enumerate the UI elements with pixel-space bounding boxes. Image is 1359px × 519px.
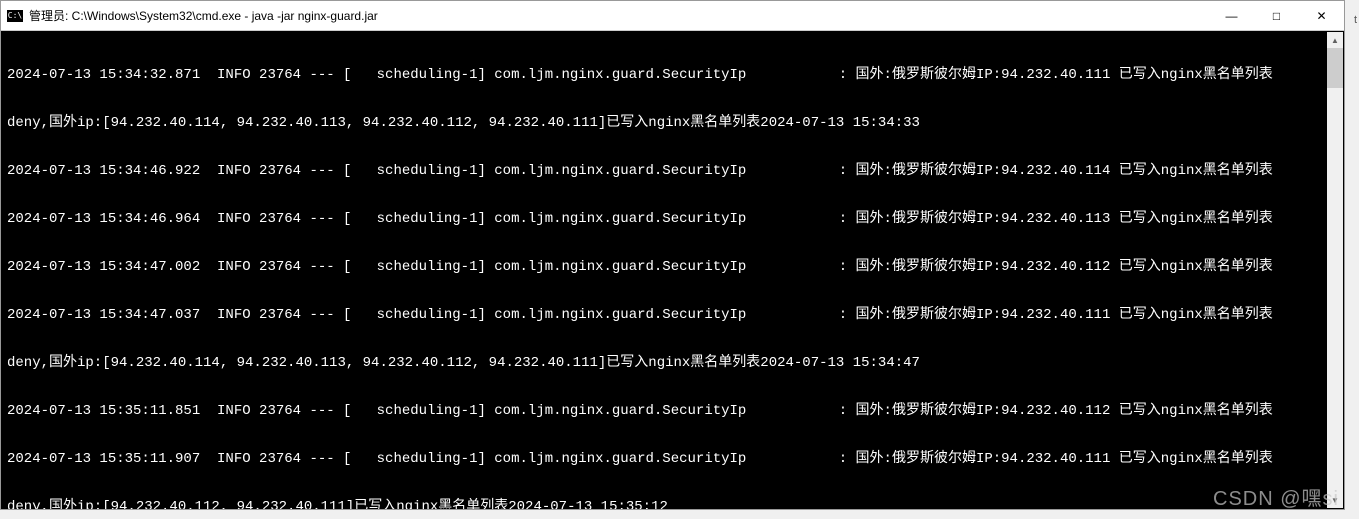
log-line: deny,国外ip:[94.232.40.114, 94.232.40.113,… (7, 355, 1338, 371)
scroll-up-button[interactable]: ▲ (1327, 32, 1343, 48)
log-line: 2024-07-13 15:34:47.037 INFO 23764 --- [… (7, 307, 1338, 323)
scroll-down-button[interactable]: ▼ (1327, 492, 1343, 508)
console-window: C:\ 管理员: C:\Windows\System32\cmd.exe - j… (0, 0, 1345, 510)
log-line: 2024-07-13 15:34:46.964 INFO 23764 --- [… (7, 211, 1338, 227)
minimize-button[interactable]: — (1209, 1, 1254, 30)
title-bar[interactable]: C:\ 管理员: C:\Windows\System32\cmd.exe - j… (1, 1, 1344, 31)
terminal-output[interactable]: 2024-07-13 15:34:32.871 INFO 23764 --- [… (1, 31, 1344, 509)
vertical-scrollbar[interactable]: ▲ ▼ (1327, 32, 1343, 508)
scroll-thumb[interactable] (1327, 48, 1343, 88)
log-line: deny,国外ip:[94.232.40.112, 94.232.40.111]… (7, 499, 1338, 509)
window-controls: — □ ✕ (1209, 1, 1344, 30)
log-line: 2024-07-13 15:35:11.907 INFO 23764 --- [… (7, 451, 1338, 467)
close-button[interactable]: ✕ (1299, 1, 1344, 30)
side-truncated-char: t (1354, 14, 1357, 26)
window-title: 管理员: C:\Windows\System32\cmd.exe - java … (29, 7, 378, 24)
log-line: 2024-07-13 15:34:47.002 INFO 23764 --- [… (7, 259, 1338, 275)
log-line: 2024-07-13 15:34:32.871 INFO 23764 --- [… (7, 67, 1338, 83)
log-line: 2024-07-13 15:35:11.851 INFO 23764 --- [… (7, 403, 1338, 419)
log-line: 2024-07-13 15:34:46.922 INFO 23764 --- [… (7, 163, 1338, 179)
log-line: deny,国外ip:[94.232.40.114, 94.232.40.113,… (7, 115, 1338, 131)
maximize-button[interactable]: □ (1254, 1, 1299, 30)
title-left: C:\ 管理员: C:\Windows\System32\cmd.exe - j… (7, 7, 378, 24)
cmd-icon: C:\ (7, 10, 23, 22)
